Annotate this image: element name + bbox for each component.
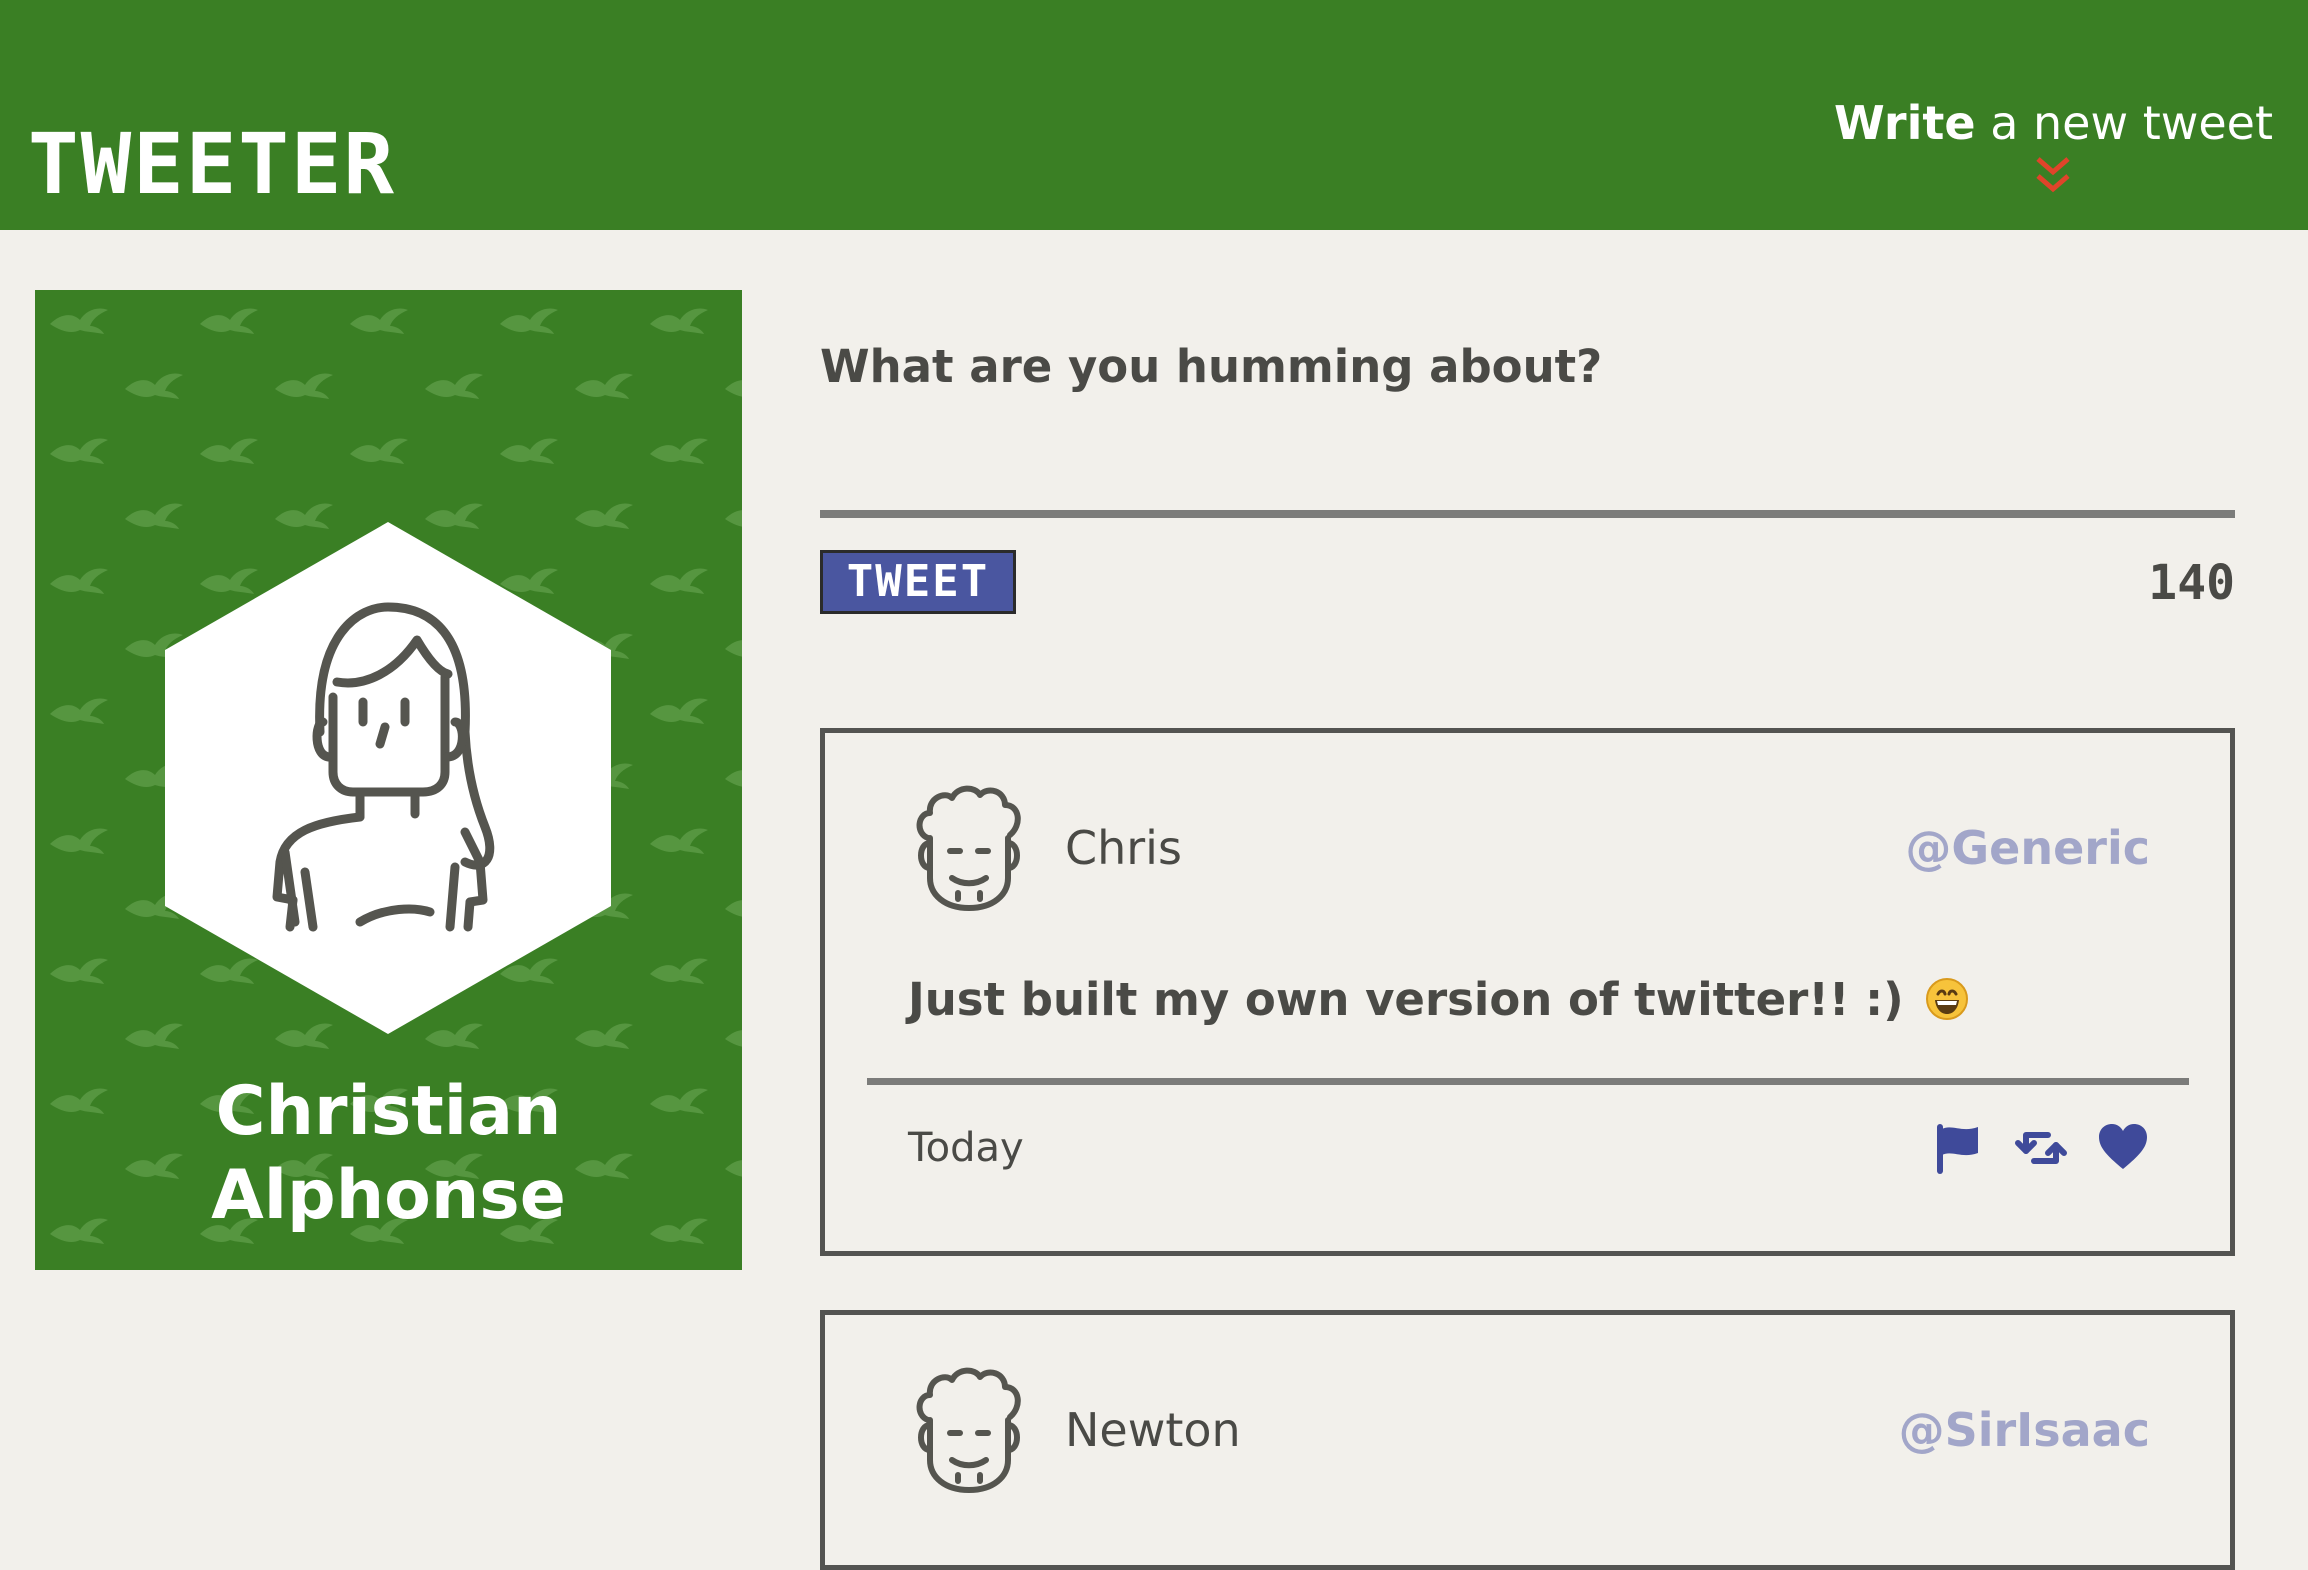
write-label: Write: [1833, 96, 1976, 150]
flag-icon[interactable]: [1932, 1121, 1986, 1175]
tweet-content: Just built my own version of twitter!! :…: [908, 973, 1969, 1026]
profile-last-name: Alphonse: [211, 1156, 566, 1235]
compose-tweet-form: TWEET 140: [820, 330, 2235, 614]
compose-divider: [820, 510, 2235, 518]
grinning-face-emoji-icon: [1926, 978, 1969, 1020]
user-avatar-icon: [165, 522, 611, 1034]
profile-name: Christian Alphonse: [35, 1070, 742, 1238]
double-chevron-down-icon: [2036, 157, 2071, 193]
app-logo[interactable]: TWEETER: [28, 122, 396, 206]
author-avatar-icon: [916, 1367, 1021, 1493]
tweet-author-name: Newton: [1065, 1403, 1241, 1457]
tweet-date: Today: [908, 1125, 1024, 1171]
new-tweet-label: a new tweet: [1990, 96, 2273, 150]
tweet-text-input[interactable]: [820, 330, 2235, 510]
tweet-author-handle[interactable]: @SirIsaac: [1899, 1403, 2150, 1457]
tweet-text: Just built my own version of twitter!! :…: [908, 973, 1904, 1026]
tweet-card: Newton @SirIsaac: [820, 1310, 2235, 1570]
tweet-card: Chris @Generic Just built my own version…: [820, 728, 2235, 1256]
tweet-submit-button[interactable]: TWEET: [820, 550, 1016, 614]
top-nav: TWEETER Write a new tweet: [0, 0, 2308, 230]
profile-card: Christian Alphonse: [35, 290, 742, 1270]
tweet-divider: [867, 1078, 2189, 1085]
tweet-actions: [1932, 1121, 2150, 1175]
heart-icon[interactable]: [2096, 1121, 2150, 1175]
profile-first-name: Christian: [215, 1072, 562, 1151]
write-new-tweet-button[interactable]: Write a new tweet: [1834, 100, 2273, 196]
tweet-author-handle[interactable]: @Generic: [1905, 821, 2150, 875]
retweet-icon[interactable]: [2014, 1121, 2068, 1175]
author-avatar-icon: [916, 785, 1021, 911]
character-counter: 140: [2148, 555, 2235, 611]
tweet-author-name: Chris: [1065, 821, 1182, 875]
